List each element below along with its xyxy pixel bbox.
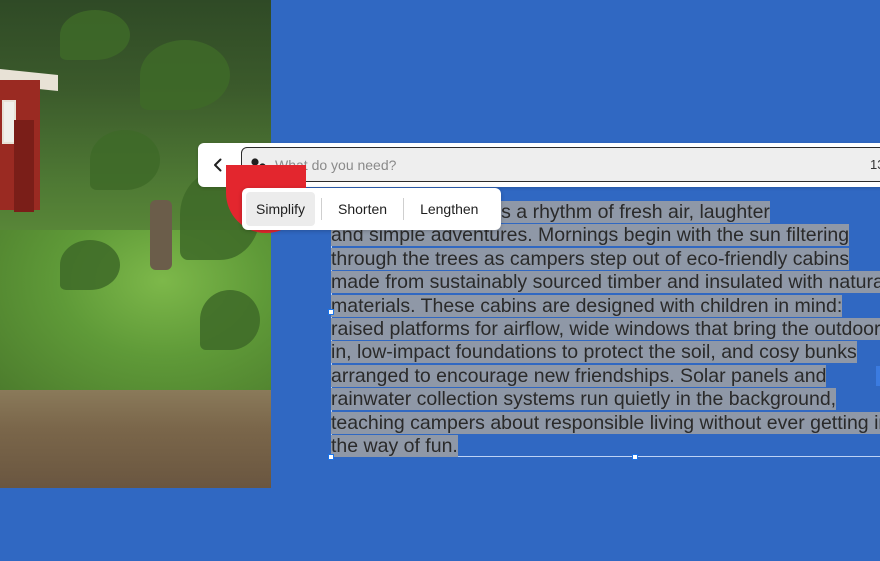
text-line: through the trees as campers step out of… bbox=[331, 247, 850, 270]
photo-tree-trunk bbox=[150, 200, 172, 270]
character-counter: 13 bbox=[870, 157, 880, 172]
photo-cabin-door bbox=[14, 120, 34, 212]
photo-leaf bbox=[60, 240, 120, 290]
text-line: teaching campers about responsible livin… bbox=[331, 411, 880, 434]
chip-divider bbox=[403, 198, 405, 220]
photo-ground bbox=[0, 390, 271, 488]
text-line: made from sustainably sourced timber and… bbox=[331, 271, 880, 294]
text-line: rainwater collection systems run quietly… bbox=[331, 388, 837, 411]
text-cursor bbox=[876, 366, 880, 386]
photo-leaf bbox=[140, 40, 230, 110]
camp-photo bbox=[0, 0, 271, 488]
resize-handle-bottom-left[interactable] bbox=[328, 454, 334, 460]
shorten-button[interactable]: Shorten bbox=[328, 192, 397, 226]
selected-paragraph[interactable]: Life at Camp WBE is a rhythm of fresh ai… bbox=[331, 201, 880, 458]
text-line: raised platforms for airflow, wide windo… bbox=[331, 318, 880, 341]
photo-leaf bbox=[90, 130, 160, 190]
text-line: the way of fun. bbox=[331, 435, 458, 458]
prompt-input[interactable] bbox=[275, 155, 835, 175]
text-block[interactable]: Life at Camp WBE is a rhythm of fresh ai… bbox=[331, 199, 880, 458]
text-line: in, low-impact foundations to protect th… bbox=[331, 341, 857, 364]
resize-handle-left[interactable] bbox=[328, 309, 334, 315]
prompt-box[interactable]: 13 bbox=[241, 147, 880, 182]
text-line: materials. These cabins are designed wit… bbox=[331, 294, 843, 317]
lengthen-button[interactable]: Lengthen bbox=[410, 192, 488, 226]
resize-handle-bottom[interactable] bbox=[632, 454, 638, 460]
suggestion-chips: Simplify Shorten Lengthen bbox=[242, 188, 501, 230]
photo-leaf bbox=[200, 290, 260, 350]
chevron-left-icon bbox=[214, 158, 222, 172]
simplify-button[interactable]: Simplify bbox=[246, 192, 316, 226]
chip-divider bbox=[321, 198, 323, 220]
text-line: arranged to encourage new friendships. S… bbox=[331, 364, 827, 387]
photo-leaf bbox=[60, 10, 130, 60]
